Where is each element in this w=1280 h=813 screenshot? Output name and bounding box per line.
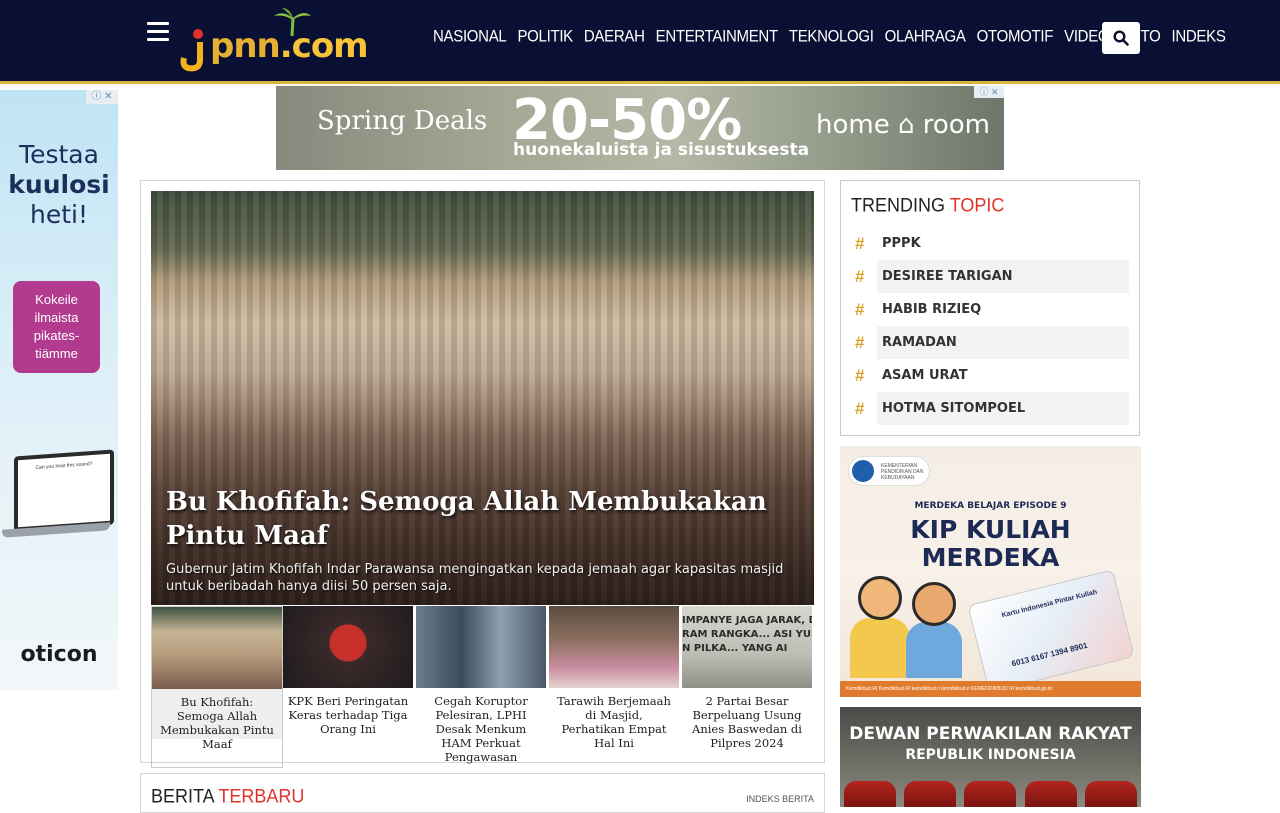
logo-text: pnn.com <box>210 26 369 66</box>
dpr-people-image <box>840 781 1141 807</box>
site-logo[interactable]: pnn.com <box>180 8 369 72</box>
logo-pnn: pnn <box>210 26 281 66</box>
ministry-emblem-icon <box>852 460 874 482</box>
kip-card-title: Kartu Indonesia Pintar Kuliah <box>1001 588 1098 620</box>
kip-card-number: 6013 6167 1394 8901 <box>1010 640 1089 669</box>
trending-item[interactable]: # RAMADAN <box>853 326 1129 359</box>
search-button[interactable] <box>1102 22 1140 54</box>
trending-title-b: TOPIC <box>949 194 1005 216</box>
trending-label: PPPK <box>882 236 921 251</box>
nav-item-entertainment[interactable]: ENTERTAINMENT <box>656 27 779 46</box>
nav-item-indeks[interactable]: INDEKS <box>1172 27 1226 46</box>
top-banner-advertisement[interactable]: ⓘ ✕ Spring Deals 20-50% huonekaluista ja… <box>276 86 1004 170</box>
side-advertisement[interactable]: ⓘ ✕ Testaa kuulosi heti! Kokeile ilmaist… <box>0 90 118 690</box>
top-ad-sub-text: huonekaluista ja sisustuksesta <box>513 140 810 160</box>
hash-icon: # <box>855 398 865 418</box>
trending-title-a: TRENDING <box>851 194 950 216</box>
trending-topic-box: TRENDING TOPIC # PPPK # DESIREE TARIGAN … <box>840 180 1140 436</box>
trending-label: RAMADAN <box>877 326 1129 359</box>
latest-news-box: BERITA TERBARU INDEKS BERITA <box>140 773 825 813</box>
side-ad-line3: heti! <box>30 200 88 229</box>
latest-title-b: TERBARU <box>218 784 305 807</box>
nav-item-politik[interactable]: POLITIK <box>517 27 573 46</box>
trending-label: HOTMA SITOMPOEL <box>877 392 1129 425</box>
side-ad-brand: oticon <box>20 642 98 667</box>
dpr-line1: DEWAN PERWAKILAN RAKYAT <box>849 724 1132 744</box>
hero-title[interactable]: Bu Khofifah: Semoga Allah Membukakan Pin… <box>166 485 786 553</box>
search-icon <box>1113 30 1129 46</box>
trending-label: DESIREE TARIGAN <box>877 260 1129 293</box>
kip-social-bar: Kemdikbud.RI Kemdikbud.RI kemdikbud.ri k… <box>840 681 1141 697</box>
top-ad-left-text: Spring Deals <box>317 106 488 136</box>
student-illustration <box>906 622 962 678</box>
side-ad-headline: Testaa kuulosi heti! <box>0 140 118 230</box>
kip-title2: MERDEKA <box>921 543 1060 572</box>
hash-icon: # <box>855 266 865 286</box>
featured-news-box: Bu Khofifah: Semoga Allah Membukakan Pin… <box>140 180 825 768</box>
thumbnail-strip: Bu Khofifah: Semoga Allah Membukakan Pin… <box>151 606 815 768</box>
thumbnail-caption: KPK Beri Peringatan Keras terhadap Tiga … <box>287 694 409 736</box>
thumbnail-item[interactable]: Tarawih Berjemaah di Masjid, Perhatikan … <box>549 606 682 768</box>
student-face <box>858 576 902 620</box>
site-header: pnn.com NASIONAL POLITIK DAERAH ENTERTAI… <box>0 0 1280 84</box>
trending-list: # PPPK # DESIREE TARIGAN # HABIB RIZIEQ … <box>853 227 1129 425</box>
trending-item[interactable]: # PPPK <box>853 227 1129 260</box>
side-ad-line2: kuulosi <box>8 170 110 199</box>
kip-headline: KIP KULIAH MERDEKA <box>840 516 1141 572</box>
kip-card-image: Kartu Indonesia Pintar Kuliah 6013 6167 … <box>967 569 1135 693</box>
thumbnail-overlay-text: IMPANYE JAGA JARAK, DA RAM RANGKA... ASI… <box>682 615 812 654</box>
thumbnail-item[interactable]: Cegah Koruptor Pelesiran, LPHI Desak Men… <box>416 606 549 768</box>
thumbnail-item[interactable]: KPK Beri Peringatan Keras terhadap Tiga … <box>283 606 416 768</box>
trending-item[interactable]: # DESIREE TARIGAN <box>853 260 1129 293</box>
nav-item-otomotif[interactable]: OTOMOTIF <box>977 27 1054 46</box>
hero-description: Gubernur Jatim Khofifah Indar Parawansa … <box>166 562 784 594</box>
kip-kuliah-advertisement[interactable]: KEMENTERIAN PENDIDIKAN DAN KEBUDAYAAN ME… <box>840 446 1141 697</box>
latest-title-a: BERITA <box>151 784 219 807</box>
top-ad-brand: home ⌂ room <box>816 110 991 140</box>
trending-label: HABIB RIZIEQ <box>882 302 982 317</box>
hash-icon: # <box>855 365 865 385</box>
thumbnail-caption: 2 Partai Besar Berpeluang Usung Anies Ba… <box>692 694 802 750</box>
trending-item[interactable]: # HABIB RIZIEQ <box>853 293 1129 326</box>
thumbnail-image <box>152 607 282 689</box>
kip-title1: KIP KULIAH <box>910 515 1071 544</box>
logo-com: .com <box>279 26 369 66</box>
hash-icon: # <box>855 332 865 352</box>
thumbnail-image <box>283 606 413 688</box>
thumbnail-caption: Cegah Koruptor Pelesiran, LPHI Desak Men… <box>434 694 528 764</box>
side-ad-line1: Testaa <box>19 140 99 169</box>
student-face <box>912 582 956 626</box>
trending-label: ASAM URAT <box>882 368 968 383</box>
laptop-image: Can you hear this sound? <box>14 449 114 532</box>
thumbnail-caption: Bu Khofifah: Semoga Allah Membukakan Pin… <box>152 689 282 751</box>
adchoices-icon[interactable]: ⓘ ✕ <box>974 86 1004 98</box>
trending-item[interactable]: # ASAM URAT <box>853 359 1129 392</box>
dpr-line2: REPUBLIK INDONESIA <box>905 747 1076 763</box>
nav-item-teknologi[interactable]: TEKNOLOGI <box>789 27 874 46</box>
logo-swoosh-icon <box>180 29 203 72</box>
hash-icon: # <box>855 299 865 319</box>
hero-article[interactable]: Bu Khofifah: Semoga Allah Membukakan Pin… <box>151 191 814 605</box>
news-index-link[interactable]: INDEKS BERITA <box>746 794 814 804</box>
student-illustration <box>850 618 910 678</box>
nav-item-olahraga[interactable]: OLAHRAGA <box>885 27 966 46</box>
thumbnail-caption: Tarawih Berjemaah di Masjid, Perhatikan … <box>557 694 671 750</box>
hash-icon: # <box>855 233 865 253</box>
thumbnail-item[interactable]: Bu Khofifah: Semoga Allah Membukakan Pin… <box>151 606 283 768</box>
latest-news-title: BERITA TERBARU <box>151 785 304 808</box>
dpr-advertisement[interactable]: DEWAN PERWAKILAN RAKYAT REPUBLIK INDONES… <box>840 707 1141 807</box>
thumbnail-item[interactable]: IMPANYE JAGA JARAK, DA RAM RANGKA... ASI… <box>682 606 815 768</box>
nav-item-nasional[interactable]: NASIONAL <box>433 27 507 46</box>
menu-icon[interactable] <box>147 22 169 42</box>
kip-episode-text: MERDEKA BELAJAR EPISODE 9 <box>914 501 1067 511</box>
adchoices-icon[interactable]: ⓘ ✕ <box>86 90 118 104</box>
nav-item-daerah[interactable]: DAERAH <box>584 27 645 46</box>
thumbnail-image <box>416 606 546 688</box>
thumbnail-image: IMPANYE JAGA JARAK, DA RAM RANGKA... ASI… <box>682 606 812 688</box>
thumbnail-image <box>549 606 679 688</box>
side-ad-cta-button[interactable]: Kokeile ilmaista pikates-tiämme <box>13 281 100 373</box>
laptop-screen-text: Can you hear this sound? <box>35 461 93 471</box>
trending-item[interactable]: # HOTMA SITOMPOEL <box>853 392 1129 425</box>
trending-title: TRENDING TOPIC <box>851 194 1004 217</box>
